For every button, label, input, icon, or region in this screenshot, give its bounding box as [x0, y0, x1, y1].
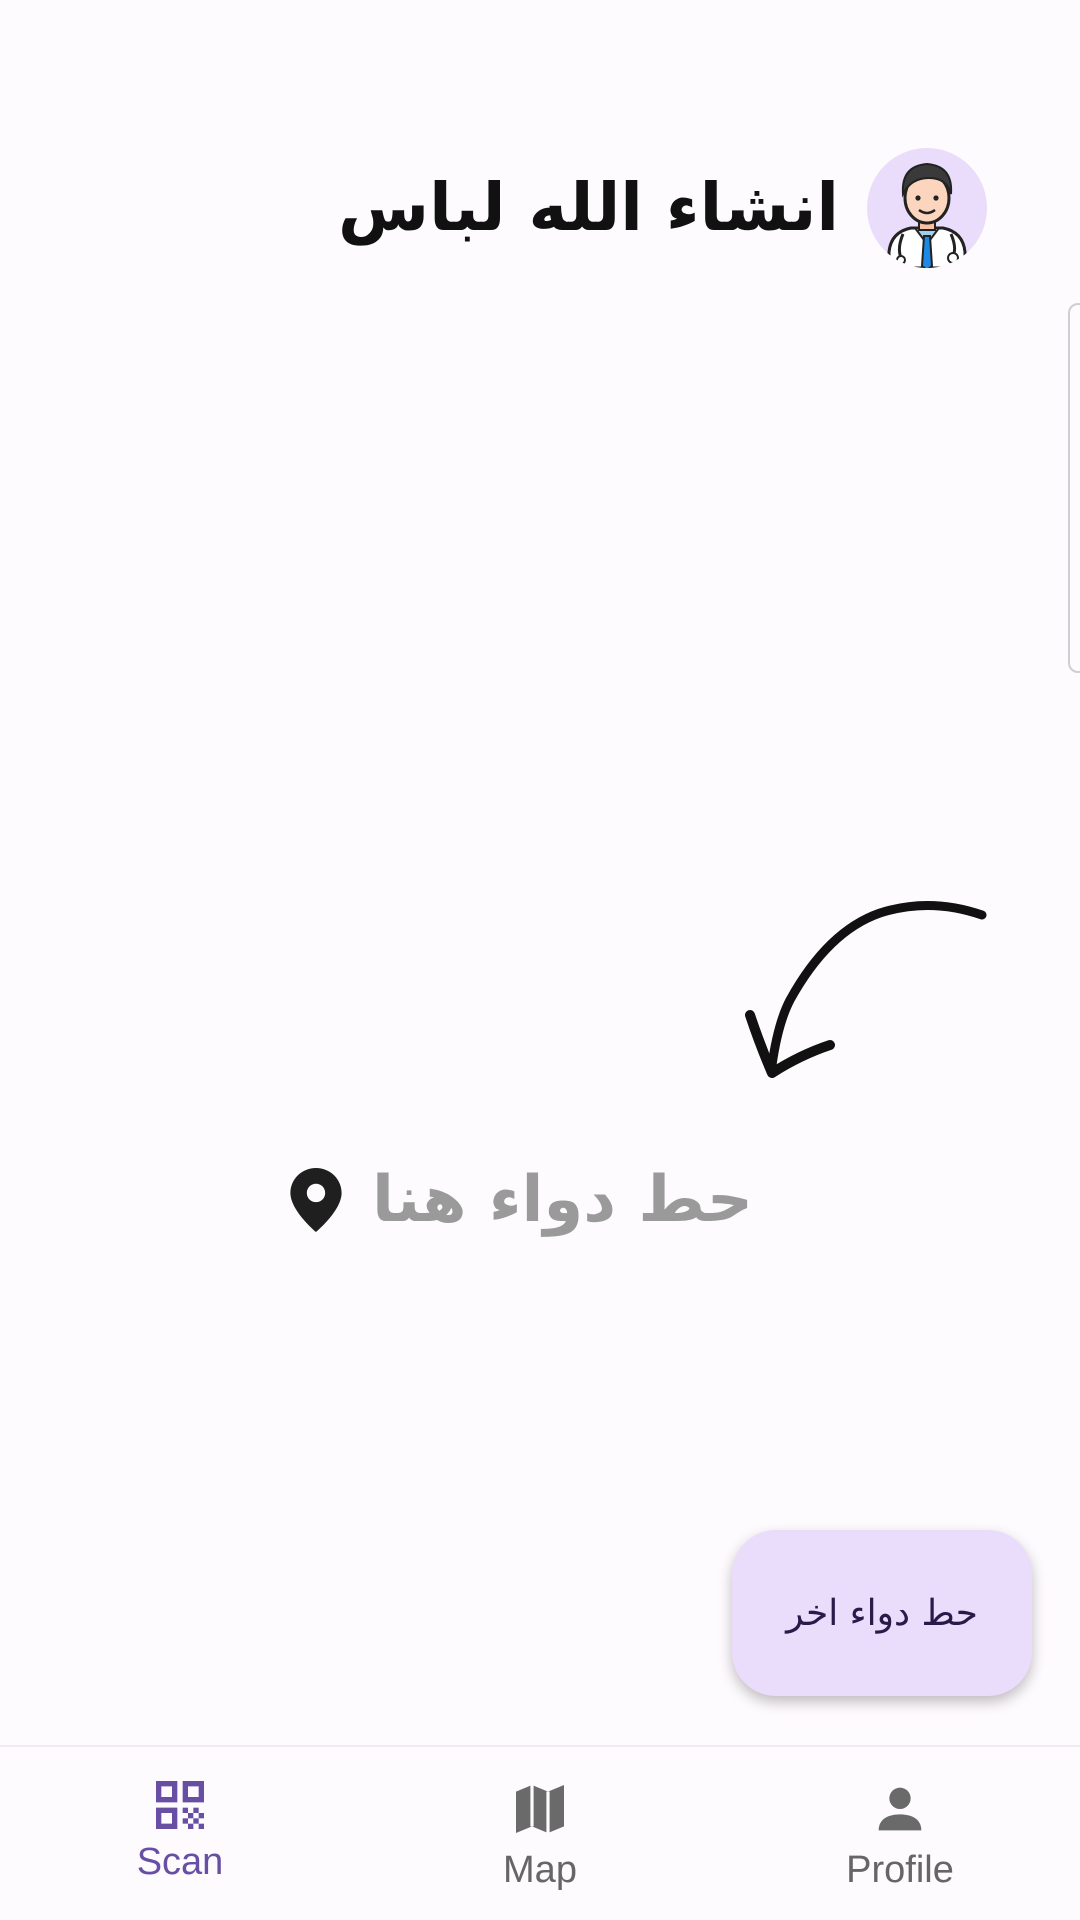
nav-item-profile[interactable]: Profile	[720, 1747, 1080, 1920]
header: انشاء الله لباس	[338, 145, 987, 270]
nav-label-map: Map	[503, 1849, 577, 1891]
person-icon	[878, 1787, 922, 1831]
side-drawer-handle[interactable]	[1068, 303, 1080, 673]
drop-medicine-hint: حط دواء هنا	[290, 1155, 810, 1245]
nav-item-map[interactable]: Map	[360, 1747, 720, 1920]
hint-text: حط دواء هنا	[372, 1163, 754, 1237]
curved-arrow-icon	[745, 900, 987, 1078]
map-icon	[516, 1785, 564, 1833]
fab-label: حط دواء اخر	[786, 1592, 978, 1634]
qr-code-icon	[156, 1781, 204, 1829]
location-pin-icon	[290, 1168, 342, 1232]
status-bar	[0, 0, 1080, 72]
nav-label-profile: Profile	[846, 1849, 954, 1891]
nav-item-scan[interactable]: Scan	[0, 1747, 360, 1920]
nav-label-scan: Scan	[136, 1841, 224, 1883]
add-another-medicine-button[interactable]: حط دواء اخر	[732, 1530, 1032, 1696]
user-name: انشاء الله لباس	[338, 168, 839, 246]
app-screen: انشاء الله لباس حط دواء هنا حط دواء اخر …	[0, 0, 1080, 1920]
doctor-avatar-svg	[887, 162, 967, 268]
bottom-navigation: Scan Map Profile	[0, 1745, 1080, 1920]
doctor-avatar-icon[interactable]	[867, 147, 987, 268]
